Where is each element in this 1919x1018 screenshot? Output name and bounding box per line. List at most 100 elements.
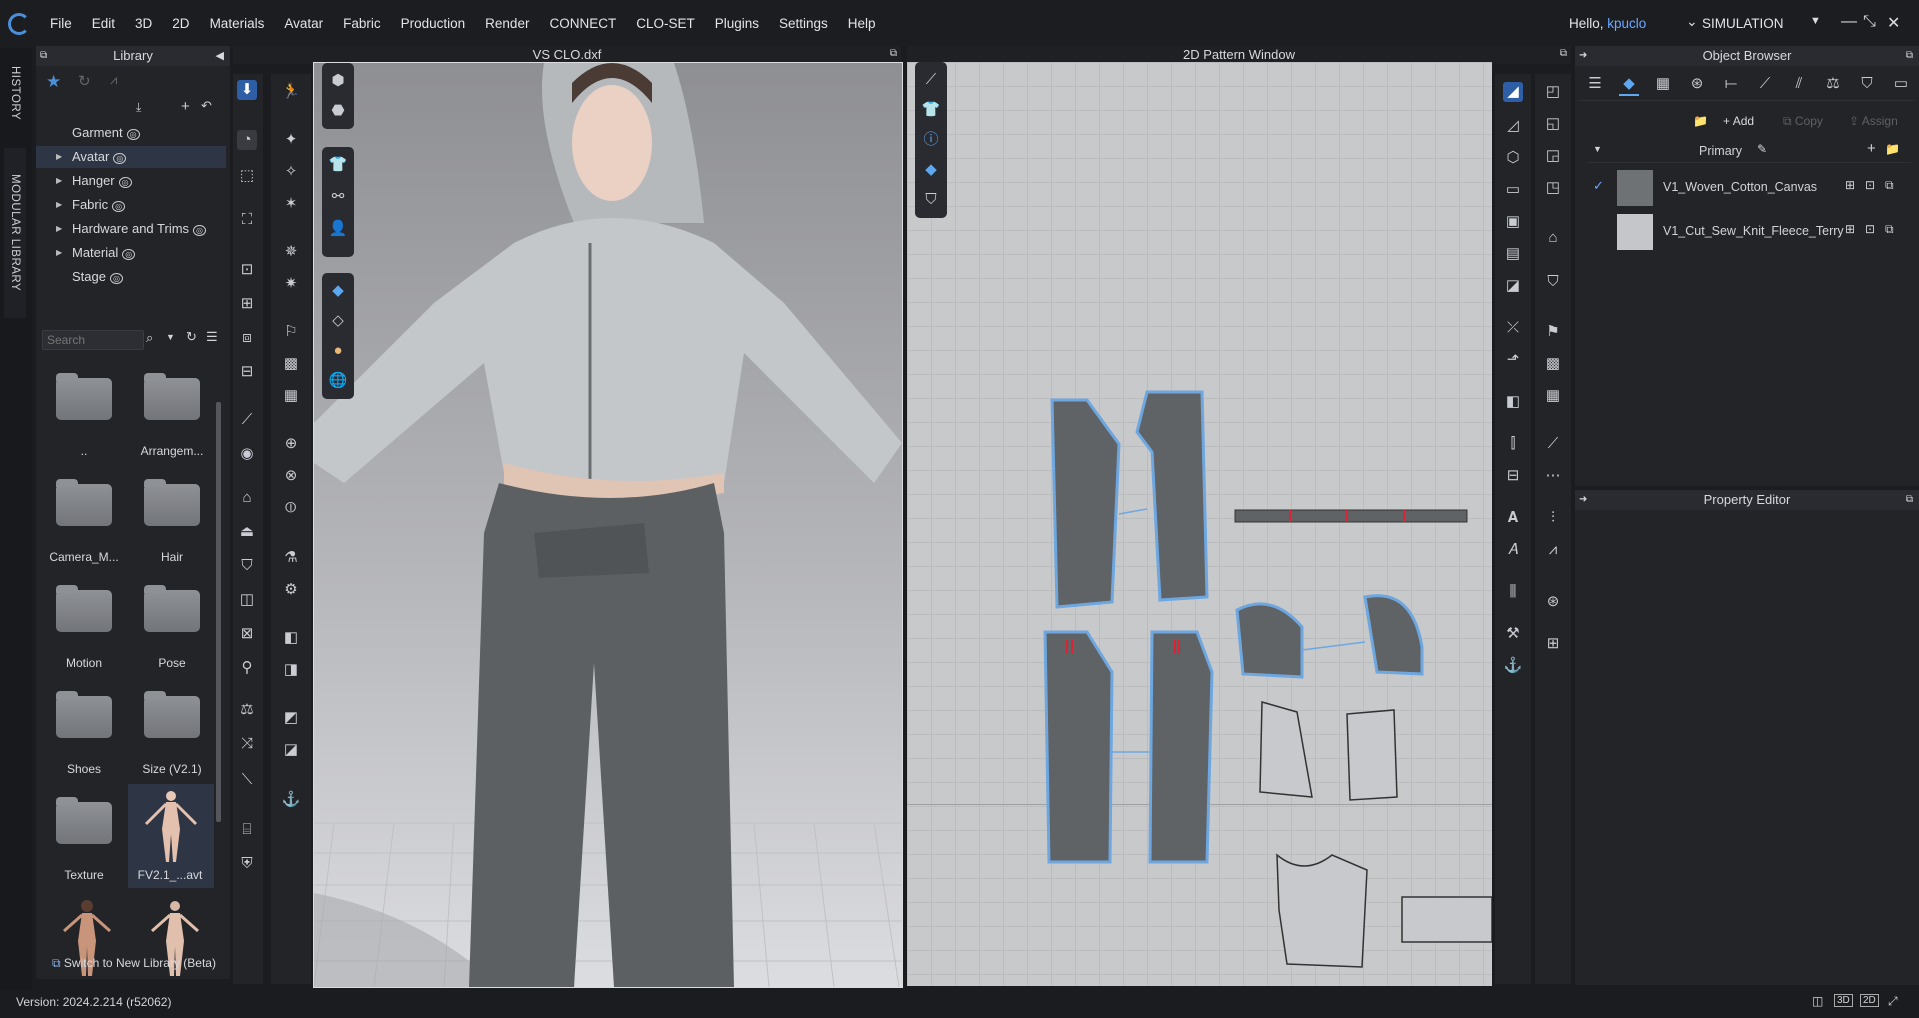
minimize-icon[interactable]: — <box>1841 13 1857 31</box>
tab-buttonhole-icon[interactable]: ⟝ <box>1721 74 1741 94</box>
menu-3d[interactable]: 3D <box>135 16 152 31</box>
expand-arrow-icon[interactable]: ▶ <box>56 194 62 216</box>
fabric-duplicate-icon[interactable]: ⧉ <box>1885 178 1894 193</box>
user-greeting[interactable]: Hello, kpuclo <box>1569 16 1646 31</box>
tree-hardware-and-trims[interactable]: ▶ Hardware and Trims ◎ <box>36 218 226 240</box>
folder-icon[interactable] <box>144 691 200 738</box>
assign-button[interactable]: ⇪ Assign <box>1849 114 1898 128</box>
expand-arrow-icon[interactable]: ▶ <box>56 146 62 168</box>
folder-icon[interactable] <box>56 585 112 632</box>
tab-modular-library[interactable]: MODULAR LIBRARY <box>4 148 26 318</box>
back-icon[interactable]: ↶ <box>201 98 212 114</box>
pattern-edit-icon[interactable]: ⟋ <box>921 70 941 90</box>
fabric-add-icon[interactable]: ⊞ <box>1845 222 1855 236</box>
expand-arrow-icon[interactable]: ▶ <box>56 218 62 240</box>
grainline-icon[interactable]: ⫿ <box>1503 434 1523 454</box>
seam-allowance-icon[interactable]: ◲ <box>1543 146 1563 166</box>
rectangle-icon[interactable]: ▭ <box>1503 180 1523 200</box>
menu-edit[interactable]: Edit <box>92 16 115 31</box>
edit-pencil-icon[interactable]: ✎ <box>1757 142 1767 156</box>
grading-icon[interactable]: ⫼ <box>1503 582 1523 602</box>
pattern-shirt-icon[interactable]: ⛉ <box>1543 272 1563 292</box>
button-tool-icon[interactable]: ◫ <box>237 590 257 610</box>
fabric-row[interactable]: V1_Cut_Sew_Knit_Fleece_Terry ⊞ ⊡ ⧉ <box>1587 210 1911 252</box>
undock-icon[interactable]: ⧉ <box>40 46 47 66</box>
select-mesh-icon[interactable]: ◔ <box>237 130 257 150</box>
tab-material-icon[interactable]: ⛉ <box>1857 74 1877 94</box>
clo-set-icon[interactable]: ↻ <box>78 72 91 90</box>
fit-icon[interactable]: ✶ <box>281 194 301 214</box>
rotate-pattern-icon[interactable]: ✷ <box>281 274 301 294</box>
annotation-icon[interactable]: 𝐴 <box>1503 540 1523 560</box>
garment-tool-icon[interactable]: ⛶ <box>237 210 257 230</box>
internal-rectangle-icon[interactable]: ▣ <box>1503 212 1523 232</box>
internal-shape-icon[interactable]: ▤ <box>1503 244 1523 264</box>
fold-line-icon[interactable]: ◧ <box>1503 392 1523 412</box>
shrink-tool-icon[interactable]: ◉ <box>237 444 257 464</box>
arrange-icon[interactable]: ⧈ <box>237 328 257 348</box>
fabric-view-icon[interactable]: ◆ <box>921 160 941 180</box>
tree-hanger[interactable]: ▶ Hanger ◎ <box>36 170 226 192</box>
folder-icon[interactable] <box>56 797 112 844</box>
folder-icon[interactable] <box>144 479 200 526</box>
arrangement-icon[interactable]: ✧ <box>281 162 301 182</box>
smocking-icon[interactable]: ▦ <box>1543 386 1563 406</box>
menu-materials[interactable]: Materials <box>210 16 265 31</box>
iron-icon[interactable]: ⌂ <box>1543 228 1563 248</box>
ruler-tool-icon[interactable]: ⟍ <box>237 770 257 790</box>
folder-icon[interactable] <box>56 691 112 738</box>
fabric-select-icon[interactable]: ⊡ <box>1865 222 1875 236</box>
favorites-star-icon[interactable]: ★ <box>46 72 61 92</box>
trim-tool-icon[interactable]: ⌸ <box>237 820 257 840</box>
pin-tool-icon[interactable]: ⊡ <box>237 260 257 280</box>
menu-plugins[interactable]: Plugins <box>715 16 759 31</box>
move-pattern-icon[interactable]: ✵ <box>281 242 301 262</box>
tree-material[interactable]: ▶ Material ◎ <box>36 242 226 264</box>
copy-button[interactable]: ⧉ Copy <box>1783 114 1823 129</box>
tack-icon[interactable]: ⚓ <box>281 790 301 810</box>
line-icon[interactable]: ⟋ <box>1543 434 1563 454</box>
undock-icon[interactable]: ⧉ <box>1906 490 1913 510</box>
library-scrollbar[interactable] <box>216 402 221 822</box>
menu-connect[interactable]: CONNECT <box>549 16 616 31</box>
collapse-arrow-icon[interactable]: ➜ <box>1579 490 1587 510</box>
menu-help[interactable]: Help <box>848 16 876 31</box>
add-icon[interactable]: + <box>181 98 190 115</box>
menu-render[interactable]: Render <box>485 16 529 31</box>
dashed-line-icon[interactable]: ⋯ <box>1543 466 1563 486</box>
folder-icon[interactable]: 📁 <box>1885 142 1900 156</box>
shirt-view-icon[interactable]: ⛉ <box>921 190 941 210</box>
expand-arrow-icon[interactable]: ▶ <box>56 242 62 264</box>
trim-icon[interactable]: ◧ <box>281 628 301 648</box>
merge-icon[interactable]: ⚓ <box>1503 656 1523 676</box>
collapse-panel-icon[interactable]: ◀ <box>216 46 224 66</box>
fold-arrange-icon[interactable]: ⚐ <box>281 322 301 342</box>
view-3d-button[interactable]: 3D <box>1834 994 1853 1007</box>
marquee-select-icon[interactable]: ⬚ <box>237 166 257 186</box>
texture-display-icon[interactable]: ◇ <box>328 311 348 331</box>
tab-fabric-icon[interactable]: ◆ <box>1619 74 1639 96</box>
pattern-texture-icon[interactable]: ▦ <box>281 386 301 406</box>
select-move-icon[interactable]: ⬇ <box>237 80 257 100</box>
restore-icon[interactable]: ⤡ <box>1863 13 1876 31</box>
tab-zipper-icon[interactable]: ⫽ <box>1789 74 1809 94</box>
texture-icon[interactable]: ▩ <box>281 354 301 374</box>
username-link[interactable]: kpuclo <box>1607 16 1646 31</box>
view3d-undock-icon[interactable]: ⧉ <box>890 48 897 59</box>
dart-icon[interactable]: ◪ <box>1503 276 1523 296</box>
info-icon[interactable]: ⓘ <box>921 130 941 150</box>
trace-icon[interactable]: ◰ <box>1543 82 1563 102</box>
search-icon[interactable]: ⌕ <box>146 330 153 346</box>
menu-clo-set[interactable]: CLO-SET <box>636 16 695 31</box>
split-view-icon[interactable]: ◫ <box>1812 994 1823 1008</box>
fabric-display-icon[interactable]: ◆ <box>328 281 348 301</box>
tape-tool-icon[interactable]: ⌂ <box>237 488 257 508</box>
free-sewing-icon[interactable]: ⬏ <box>1503 350 1523 370</box>
environment-icon[interactable]: 🌐 <box>328 371 348 391</box>
topstitch-icon[interactable]: ◩ <box>281 708 301 728</box>
ruler-icon[interactable]: ⊟ <box>1503 466 1523 486</box>
folder-icon[interactable] <box>56 373 112 420</box>
avatar-pose-icon[interactable]: ⚲ <box>237 658 257 678</box>
folder-icon[interactable] <box>144 373 200 420</box>
refresh-icon[interactable]: ↻ <box>186 329 197 345</box>
